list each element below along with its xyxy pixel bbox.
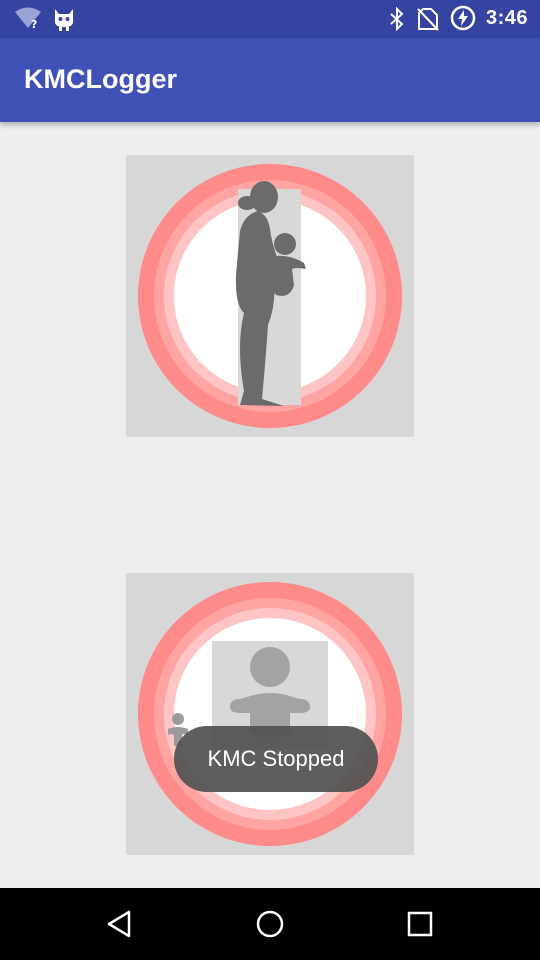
recents-icon (407, 911, 433, 937)
baby-kmc-button[interactable] (126, 573, 414, 855)
screen: ? 3:46 KMCLogger KMC Stopped (0, 0, 540, 960)
navigation-bar (0, 888, 540, 960)
recents-button[interactable] (370, 888, 470, 960)
status-time: 3:46 (485, 7, 528, 29)
mother-holding-baby-icon (235, 181, 306, 406)
wifi-unknown-icon: ? (14, 7, 42, 36)
battery-charging-icon (450, 5, 476, 36)
app-bar: KMCLogger (0, 38, 540, 122)
back-button[interactable] (70, 888, 170, 960)
back-icon (107, 910, 131, 938)
status-bar: ? 3:46 (0, 0, 540, 38)
home-icon (256, 910, 284, 938)
svg-text:?: ? (31, 18, 37, 31)
app-title: KMCLogger (24, 64, 177, 94)
home-button[interactable] (220, 888, 320, 960)
bluetooth-icon (388, 6, 406, 36)
cat-icon (52, 7, 76, 36)
mother-kmc-button[interactable] (126, 155, 414, 437)
toast-message: KMC Stopped (174, 726, 378, 792)
no-sim-icon (416, 7, 440, 36)
